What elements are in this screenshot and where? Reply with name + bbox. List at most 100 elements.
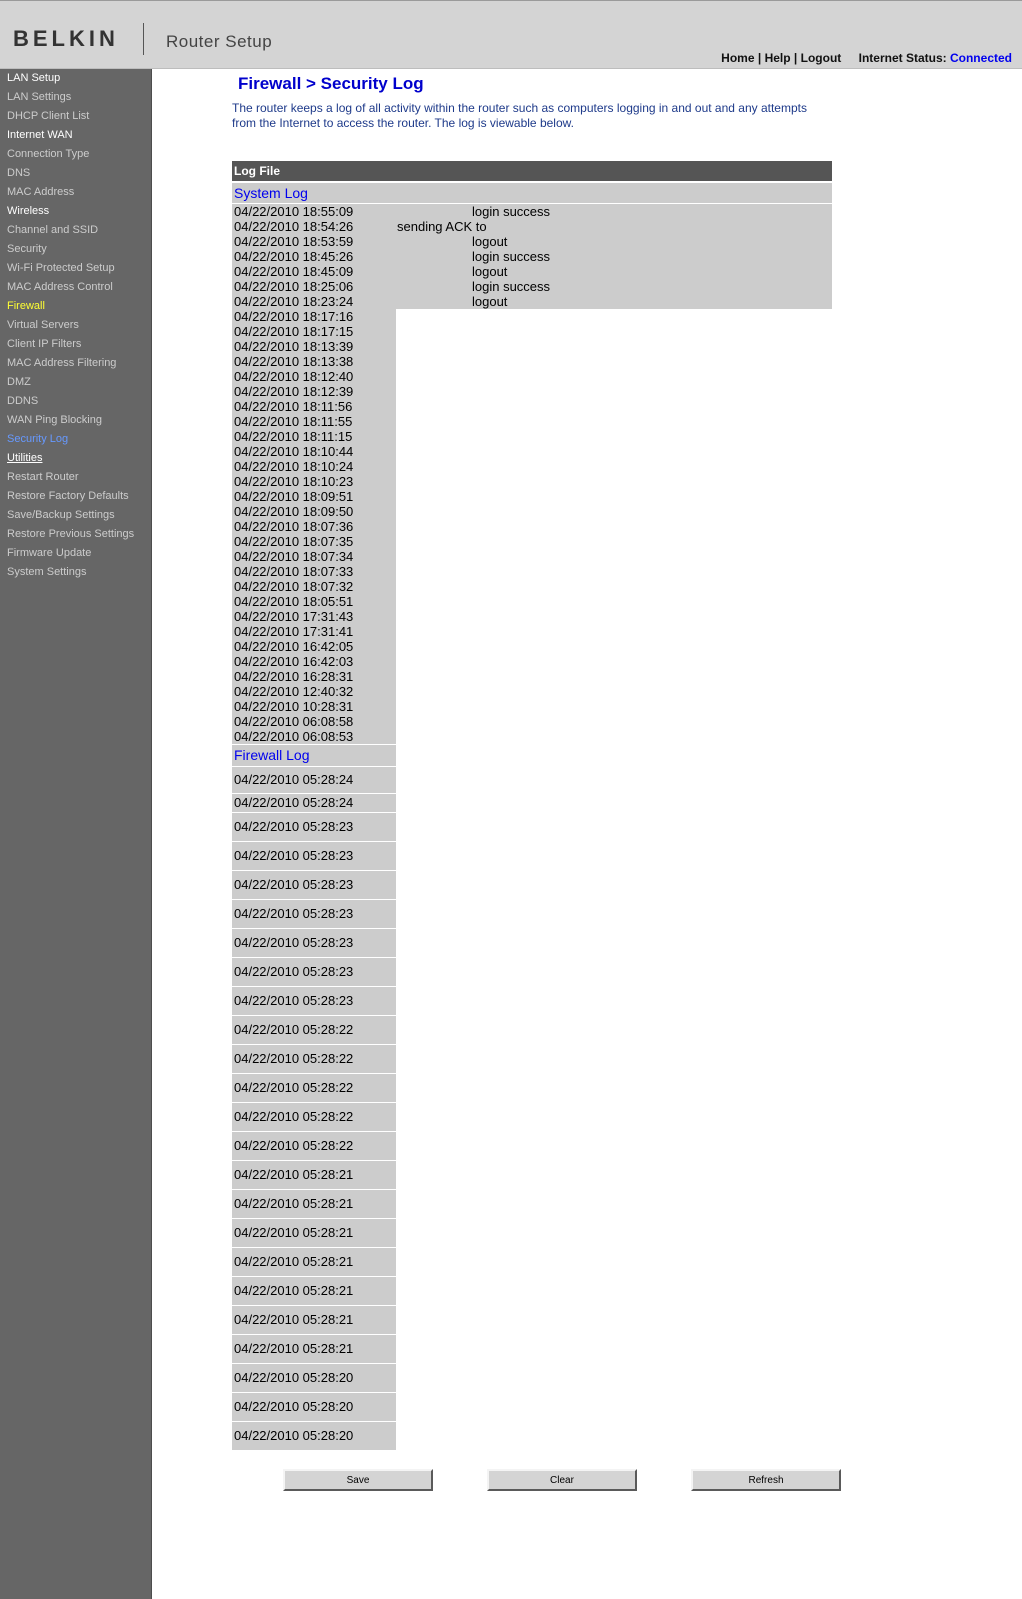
log-message: logout — [472, 234, 508, 249]
logo-divider — [143, 23, 144, 55]
firewall-log-row: 04/22/2010 05:28:23 — [232, 871, 396, 899]
sidebar-item-channel-and-ssid[interactable]: Channel and SSID — [0, 221, 151, 240]
system-log-row: 04/22/2010 18:17:16 — [232, 309, 396, 324]
sidebar-item-label: Virtual Servers — [7, 319, 79, 331]
log-timestamp: 04/22/2010 06:08:58 — [234, 714, 354, 729]
sidebar-item-mac-address[interactable]: MAC Address — [0, 183, 151, 202]
sidebar-item-restore-factory-defaults[interactable]: Restore Factory Defaults — [0, 487, 151, 506]
log-timestamp: 04/22/2010 18:07:34 — [234, 549, 354, 564]
sidebar-item-virtual-servers[interactable]: Virtual Servers — [0, 316, 151, 335]
system-log-row: 04/22/2010 18:07:35 — [232, 534, 396, 549]
sidebar-item-label: MAC Address — [7, 186, 75, 198]
sidebar-item-utilities[interactable]: Utilities — [0, 449, 151, 468]
log-timestamp: 04/22/2010 18:55:09 — [234, 204, 354, 219]
system-log-row: 04/22/2010 18:45:26 login success — [232, 249, 832, 264]
sidebar-item-wireless[interactable]: Wireless — [0, 202, 151, 221]
log-timestamp: 04/22/2010 10:28:31 — [234, 699, 354, 714]
log-timestamp: 04/22/2010 18:10:23 — [234, 474, 354, 489]
sidebar-item-lan-setup[interactable]: LAN Setup — [0, 69, 151, 88]
system-log-row: 04/22/2010 16:28:31 — [232, 669, 396, 684]
sidebar-item-client-ip-filters[interactable]: Client IP Filters — [0, 335, 151, 354]
sidebar-item-label: DHCP Client List — [7, 110, 90, 122]
firewall-log-row: 04/22/2010 05:28:21 — [232, 1219, 396, 1247]
firewall-log-row: 04/22/2010 05:28:21 — [232, 1190, 396, 1218]
sidebar-item-internet-wan[interactable]: Internet WAN — [0, 126, 151, 145]
log-timestamp: 04/22/2010 18:10:44 — [234, 444, 354, 459]
log-timestamp: 04/22/2010 18:11:15 — [234, 429, 353, 444]
system-log-row: 04/22/2010 18:53:59 logout — [232, 234, 832, 249]
sidebar-item-ddns[interactable]: DDNS — [0, 392, 151, 411]
top-links: Home | Help | Logout Internet Status: Co… — [721, 51, 1012, 65]
firewall-log-row: 04/22/2010 05:28:20 — [232, 1422, 396, 1450]
system-log-row: 04/22/2010 18:17:15 — [232, 324, 396, 339]
sidebar-item-label: DDNS — [7, 395, 39, 407]
system-log-row: 04/22/2010 18:13:39 — [232, 339, 396, 354]
log-message: login success — [472, 204, 551, 219]
sidebar-item-wi-fi-protected-setup[interactable]: Wi-Fi Protected Setup — [0, 259, 151, 278]
sidebar-nav: LAN Setup LAN Settings DHCP Client List Int… — [0, 69, 152, 1599]
sidebar-item-save-backup-settings[interactable]: Save/Backup Settings — [0, 506, 151, 525]
firewall-log-row: 04/22/2010 05:28:24 — [232, 767, 396, 793]
log-timestamp: 04/22/2010 18:13:38 — [234, 354, 354, 369]
sidebar-item-security[interactable]: Security — [0, 240, 151, 259]
sidebar-item-dhcp-client-list[interactable]: DHCP Client List — [0, 107, 151, 126]
system-log-row: 04/22/2010 16:42:05 — [232, 639, 396, 654]
sidebar-item-firmware-update[interactable]: Firmware Update — [0, 544, 151, 563]
sidebar-item-dmz[interactable]: DMZ — [0, 373, 151, 392]
log-timestamp: 04/22/2010 18:09:50 — [234, 504, 354, 519]
log-timestamp: 04/22/2010 18:54:26 — [234, 219, 354, 234]
internet-status-label: Internet Status: — [858, 51, 947, 65]
sidebar-item-label: Client IP Filters — [7, 338, 82, 350]
firewall-log-row: 04/22/2010 05:28:22 — [232, 1016, 396, 1044]
log-timestamp: 04/22/2010 16:28:31 — [234, 669, 354, 684]
log-timestamp: 04/22/2010 18:17:15 — [234, 324, 354, 339]
log-timestamp: 04/22/2010 18:12:39 — [234, 384, 354, 399]
firewall-log-row: 04/22/2010 05:28:22 — [232, 1132, 396, 1160]
sidebar-item-restore-previous-settings[interactable]: Restore Previous Settings — [0, 525, 151, 544]
firewall-log-row: 04/22/2010 05:28:23 — [232, 987, 396, 1015]
firewall-log-row: 04/22/2010 05:28:23 — [232, 958, 396, 986]
link-separator: | — [793, 51, 798, 65]
sidebar-item-restart-router[interactable]: Restart Router — [0, 468, 151, 487]
firewall-log-row: 04/22/2010 05:28:21 — [232, 1277, 396, 1305]
system-log-row: 04/22/2010 18:12:39 — [232, 384, 396, 399]
sidebar-item-connection-type[interactable]: Connection Type — [0, 145, 151, 164]
log-timestamp: 04/22/2010 18:23:24 — [234, 294, 354, 309]
system-log-row: 04/22/2010 18:10:44 — [232, 444, 396, 459]
home-link[interactable]: Home — [721, 51, 754, 65]
app-title: Router Setup — [166, 32, 273, 51]
sidebar-item-label: Restart Router — [7, 471, 79, 483]
sidebar-item-lan-settings[interactable]: LAN Settings — [0, 88, 151, 107]
system-log-row: 04/22/2010 12:40:32 — [232, 684, 396, 699]
log-timestamp: 04/22/2010 16:42:05 — [234, 639, 354, 654]
sidebar-item-label: Wi-Fi Protected Setup — [7, 262, 115, 274]
clear-button[interactable]: Clear — [487, 1469, 637, 1491]
log-timestamp: 04/22/2010 18:25:06 — [234, 279, 354, 294]
firewall-log-row: 04/22/2010 05:28:21 — [232, 1161, 396, 1189]
firewall-log-row: 04/22/2010 05:28:23 — [232, 813, 396, 841]
system-log-row: 04/22/2010 18:23:24 logout — [232, 294, 832, 309]
sidebar-item-mac-address-filtering[interactable]: MAC Address Filtering — [0, 354, 151, 373]
sidebar-item-label: LAN Settings — [7, 91, 72, 103]
logout-link[interactable]: Logout — [801, 51, 842, 65]
system-log-row: 04/22/2010 16:42:03 — [232, 654, 396, 669]
log-timestamp: 04/22/2010 16:42:03 — [234, 654, 354, 669]
help-link[interactable]: Help — [765, 51, 791, 65]
firewall-log-row: 04/22/2010 05:28:23 — [232, 929, 396, 957]
sidebar-item-security-log[interactable]: Security Log — [0, 430, 151, 449]
sidebar-item-wan-ping-blocking[interactable]: WAN Ping Blocking — [0, 411, 151, 430]
sidebar-item-label: Channel and SSID — [7, 224, 99, 236]
sidebar-item-mac-address-control[interactable]: MAC Address Control — [0, 278, 151, 297]
system-log-row: 04/22/2010 18:11:15 — [232, 429, 396, 444]
link-separator: | — [757, 51, 762, 65]
sidebar-item-firewall[interactable]: Firewall — [0, 297, 151, 316]
firewall-log-row: 04/22/2010 05:28:21 — [232, 1335, 396, 1363]
page-title: Firewall > Security Log — [238, 74, 424, 93]
log-timestamp: 04/22/2010 18:09:51 — [234, 489, 354, 504]
refresh-button[interactable]: Refresh — [691, 1469, 841, 1491]
save-button[interactable]: Save — [283, 1469, 433, 1491]
log-timestamp: 04/22/2010 18:12:40 — [234, 369, 354, 384]
log-timestamp: 04/22/2010 18:17:16 — [234, 309, 354, 324]
sidebar-item-system-settings[interactable]: System Settings — [0, 563, 151, 582]
sidebar-item-dns[interactable]: DNS — [0, 164, 151, 183]
